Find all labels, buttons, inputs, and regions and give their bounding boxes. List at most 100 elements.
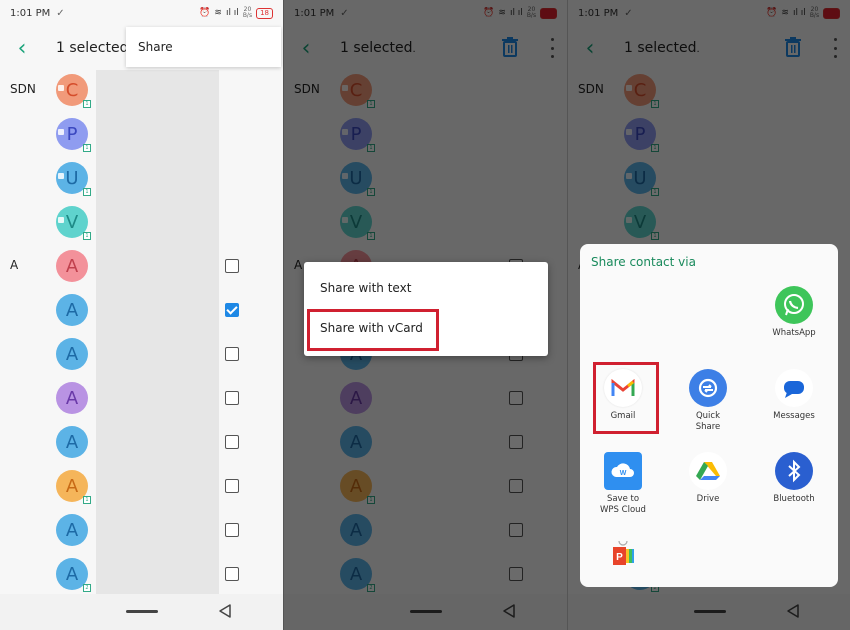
avatar: U1 [340,162,375,196]
lock-icon [342,173,348,179]
lock-icon [342,217,348,223]
avatar: V1 [340,206,375,240]
contact-row[interactable]: A1 [284,466,567,510]
share-menu-item[interactable]: Share [126,27,281,67]
app-messages[interactable]: Messages [754,369,834,422]
wifi-icon: ≋ [214,8,222,18]
contact-row[interactable]: A [284,378,567,422]
home-button[interactable] [694,610,726,613]
avatar: C1 [56,74,91,108]
section-header: SDN [578,82,604,96]
select-checkbox[interactable] [509,435,523,449]
network-speed: 20 B/s [809,6,820,19]
sim-badge-icon: 1 [651,232,659,240]
contact-row[interactable]: V1 [568,202,850,246]
contact-row[interactable]: U1 [568,158,850,202]
contact-row[interactable]: U1 [284,158,567,202]
contact-row[interactable]: V1 [284,202,567,246]
avatar-initial: U [65,167,79,189]
contact-row[interactable]: SDN C 1 [284,70,567,114]
select-checkbox[interactable] [225,259,239,273]
contact-row[interactable]: A2 [284,554,567,598]
avatar: A1 [340,470,375,504]
contact-row[interactable]: A [284,422,567,466]
lock-icon [342,129,348,135]
selection-title[interactable]: 1 selected. [624,40,700,56]
nav-bar [568,594,850,630]
battery-icon: 18 [540,7,557,19]
more-options-icon[interactable] [549,38,555,58]
app-quick-share[interactable]: Quick Share [668,369,748,433]
wps-cloud-icon: W [604,452,642,490]
svg-text:P: P [616,552,623,563]
app-drive[interactable]: Drive [668,452,748,505]
selection-title[interactable]: 1 selected. [56,40,132,56]
avatar-initial: A [349,475,363,497]
selection-title[interactable]: 1 selected. [340,40,416,56]
highlight-box [593,362,659,434]
app-bluetooth[interactable]: Bluetooth [754,452,834,505]
status-time: 1:01 PM [10,7,51,19]
avatar-initial: A [349,519,363,541]
app-store[interactable]: P [583,534,663,576]
avatar-initial: A [65,475,79,497]
select-checkbox[interactable] [509,523,523,537]
three-panel-screenshot: 1:01 PM ✓ ⏰ ≋ ıl ıl 20 B/s 18 ‹ 1 selecte… [0,0,850,630]
battery-icon: 18 [823,7,840,19]
delete-icon[interactable] [784,36,802,58]
avatar: P1 [340,118,375,152]
avatar: A [56,338,88,370]
avatar-initial: A [65,255,79,277]
more-options-icon[interactable] [832,38,838,58]
app-label: Save to WPS Cloud [600,494,646,515]
share-sheet: Share contact via WhatsApp Gmail Quick S… [580,244,838,587]
nav-bar [0,594,283,630]
home-button[interactable] [126,610,158,613]
back-nav-icon[interactable] [218,603,232,619]
sim-badge-icon: 1 [651,188,659,196]
app-label: Messages [773,411,815,421]
select-checkbox[interactable] [225,479,239,493]
status-time: 1:01 PM [578,7,619,19]
back-button[interactable]: ‹ [568,36,612,61]
home-button[interactable] [410,610,442,613]
back-button[interactable]: ‹ [284,36,328,61]
select-checkbox[interactable] [225,523,239,537]
alarm-icon: ⏰ [766,8,778,18]
select-checkbox[interactable] [225,391,239,405]
app-label: WhatsApp [772,328,816,338]
select-checkbox[interactable] [509,567,523,581]
avatar-initial: V [349,211,363,233]
lock-icon [58,173,64,179]
share-with-text-option[interactable]: Share with text [304,268,548,308]
app-wps-cloud[interactable]: W Save to WPS Cloud [583,452,663,516]
avatar-initial: A [349,387,363,409]
delete-icon[interactable] [501,36,519,58]
section-header: A [10,258,19,272]
contact-row[interactable]: P1 [568,114,850,158]
avatar: A [340,382,372,414]
quick-share-icon [689,369,727,407]
select-checkbox[interactable] [225,435,239,449]
select-checkbox[interactable] [225,347,239,361]
select-checkbox[interactable] [225,567,239,581]
app-whatsapp[interactable]: WhatsApp [754,286,834,339]
store-icon: P [604,534,642,572]
select-checkbox[interactable] [509,391,523,405]
avatar-initial: P [350,123,362,145]
contact-row[interactable]: A [284,510,567,554]
avatar-initial: A [65,519,79,541]
back-button[interactable]: ‹ [0,36,44,61]
contact-row[interactable]: SDN C 1 [568,70,850,114]
avatar-initial: A [65,299,79,321]
back-nav-icon[interactable] [786,603,800,619]
phone-panel-1: 1:01 PM ✓ ⏰ ≋ ıl ıl 20 B/s 18 ‹ 1 selecte… [0,0,283,630]
back-nav-icon[interactable] [502,603,516,619]
avatar-initial: C [349,79,363,101]
select-checkbox[interactable] [509,479,523,493]
select-checkbox[interactable] [225,303,239,317]
contact-row[interactable]: P1 [284,114,567,158]
app-label: Quick Share [695,411,721,432]
avatar: P1 [56,118,91,152]
svg-text:W: W [620,470,627,477]
